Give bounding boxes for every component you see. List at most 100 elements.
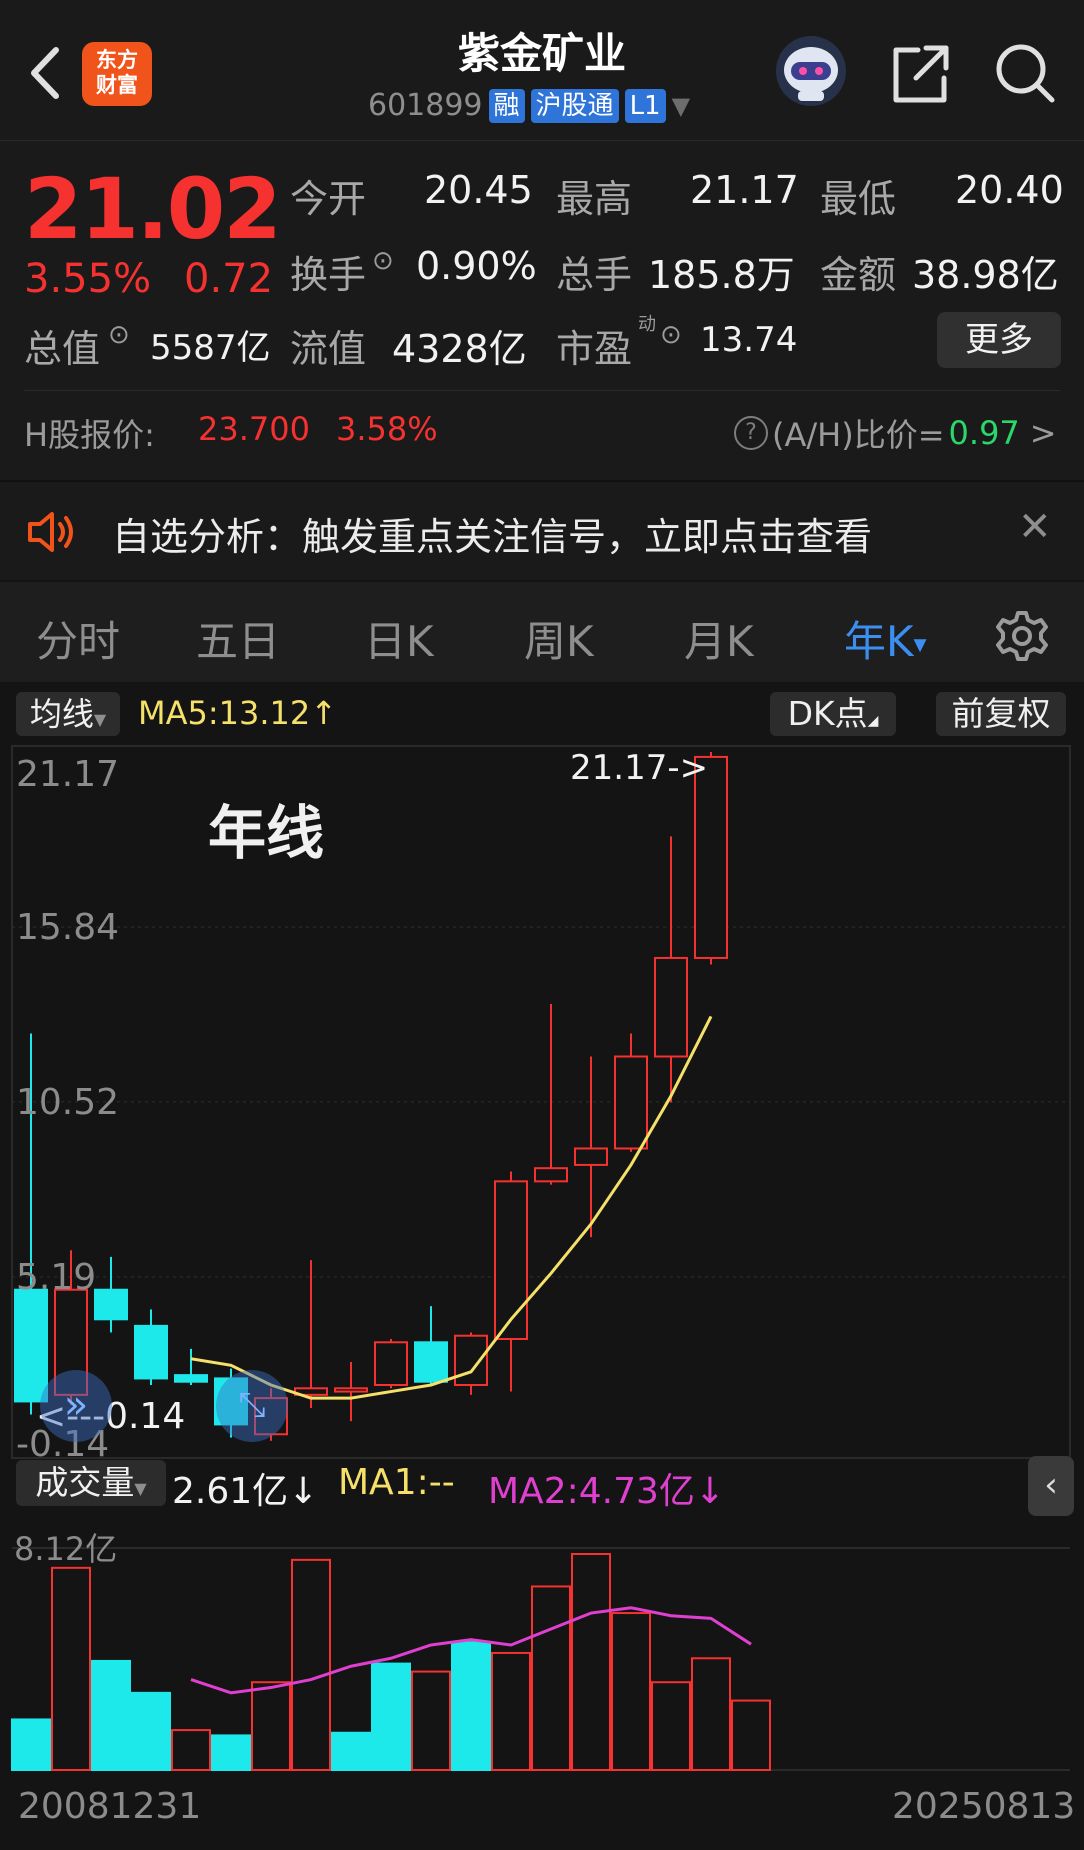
signal-notice[interactable]: 自选分析：触发重点关注信号，立即点击查看 ✕ [0,480,1084,580]
candle-down [94,1288,128,1321]
volume-ma1: MA1:-- [338,1462,455,1503]
float-value: 4328亿 [392,327,527,371]
volume-value: 185.8万 [648,253,795,297]
ma-select[interactable]: 均线▼ [16,692,120,736]
expand-icon[interactable]: ⤡ [216,1370,288,1442]
y-tick-label: 5.19 [16,1257,96,1298]
open-value: 20.45 [424,168,533,212]
price-panel-border [11,745,1071,1459]
candle-up [454,1334,488,1386]
turnover-label: 换手 [290,253,367,297]
high-value: 21.17 [690,168,799,212]
chevron-down-icon: ▾ [913,629,927,660]
info-icon[interactable]: ⊙ [108,320,130,350]
robot-avatar-icon[interactable] [774,34,848,108]
candle-down [14,1288,48,1403]
y-tick-label: 15.84 [16,907,119,948]
volume-bar [411,1670,451,1771]
quote-panel: 21.02 3.55% 0.72 今开 20.45 最高 21.17 最低 20… [0,140,1084,480]
gear-icon[interactable] [996,610,1048,662]
search-icon[interactable] [992,40,1058,106]
info-icon[interactable]: ⊙ [660,320,682,350]
volume-select-label: 成交量 [35,1463,135,1502]
tab-minute[interactable]: 分时 [36,608,120,669]
hshare-price: 23.700 [198,410,310,448]
candle-down [134,1324,168,1380]
low-label: 最低 [820,177,897,221]
y-tick-label: 10.52 [16,1082,119,1123]
mktcap-label: 总值 [24,327,101,371]
volume-ma2: MA2:4.73亿↓ [488,1471,726,1512]
volume-bars [11,1553,771,1772]
volume-bar [451,1641,491,1771]
dk-point-button[interactable]: DK点◢ [770,692,896,736]
tab-yearly-k[interactable]: 年K▾ [844,608,927,669]
candle-up [574,1147,608,1166]
change-abs: 0.72 [184,256,274,302]
collapse-panel-button[interactable]: ‹ [1028,1456,1074,1516]
candle-up [334,1387,368,1393]
mktcap-value: 5587亿 [150,328,271,368]
double-chevron-right-icon[interactable]: » [40,1370,112,1442]
volume-bar [731,1699,771,1771]
tag-margin: 融 [488,88,525,123]
float-label: 流值 [290,327,367,371]
stock-code: 601899 [368,88,483,123]
low-value: 20.40 [955,168,1064,212]
caret-down-icon: ▼ [93,710,107,729]
tab-five-day[interactable]: 五日 [196,608,280,669]
hshare-label: H股报价: [24,416,155,454]
ah-label: (A/H)比价= [772,416,945,454]
volume-bar [651,1681,691,1771]
dk-point-label: DK点 [787,694,868,733]
high-label: 最高 [556,177,633,221]
ah-value: 0.97 [948,414,1020,452]
volume-bar [171,1729,211,1771]
pe-superscript: 动 [638,314,656,335]
corner-arrow-icon: ◢ [867,713,879,729]
volume-bar [611,1612,651,1772]
candle-down [414,1341,448,1383]
volume-bar [491,1651,531,1772]
divider [0,140,1084,141]
amount-value: 38.98亿 [912,253,1059,297]
tab-monthly-k[interactable]: 月K [684,608,754,669]
volume-bar [291,1558,331,1772]
dropdown-caret-icon: ▼ [671,91,691,120]
ma5-value: MA5:13.12↑ [138,694,338,732]
help-icon: ? [734,416,768,450]
chart-toolbar: 均线▼ MA5:13.12↑ DK点◢ 前复权 [0,682,1084,748]
kline-chart[interactable]: 21.1715.8410.525.19-0.14 [0,740,1084,1850]
candle-up [494,1180,528,1341]
stock-code-row[interactable]: 601899 融 沪股通 L1 ▼ [368,88,690,123]
chevron-right-icon: > [1029,414,1057,452]
tab-yearly-k-label: 年K [844,617,914,666]
tag-hgt: 沪股通 [530,88,619,123]
volume-value: 2.61亿↓ [172,1471,319,1512]
ah-ratio[interactable]: ? (A/H)比价= 0.97 > [734,410,1057,456]
share-icon[interactable] [888,42,952,106]
more-button[interactable]: 更多 [937,312,1061,368]
candle-up [374,1341,408,1386]
candle-up [534,1167,568,1183]
volume-select[interactable]: 成交量▼ [16,1460,166,1506]
notice-text: 自选分析：触发重点关注信号，立即点击查看 [112,515,873,559]
tab-weekly-k[interactable]: 周K [524,608,594,669]
tag-level: L1 [624,88,666,123]
info-icon[interactable]: ⊙ [372,246,394,276]
candle-up [614,1055,648,1150]
pe-label: 市盈 [556,327,633,371]
volume-bar [371,1662,411,1772]
top-bar: 东方 财富 紫金矿业 601899 融 沪股通 L1 ▼ [0,0,1084,140]
turnover-value: 0.90% [416,244,537,288]
volume-bar [131,1691,171,1771]
tab-daily-k[interactable]: 日K [364,608,434,669]
volume-bar [531,1585,571,1771]
volume-axis-max: 8.12亿 [14,1530,118,1568]
candle-up [654,956,688,1058]
y-tick-label: 21.17 [16,754,119,795]
adjust-button[interactable]: 前复权 [936,692,1066,736]
chart-overlay-title: 年线 [208,799,325,867]
close-icon[interactable]: ✕ [1018,504,1052,550]
volume-bar [331,1731,371,1771]
